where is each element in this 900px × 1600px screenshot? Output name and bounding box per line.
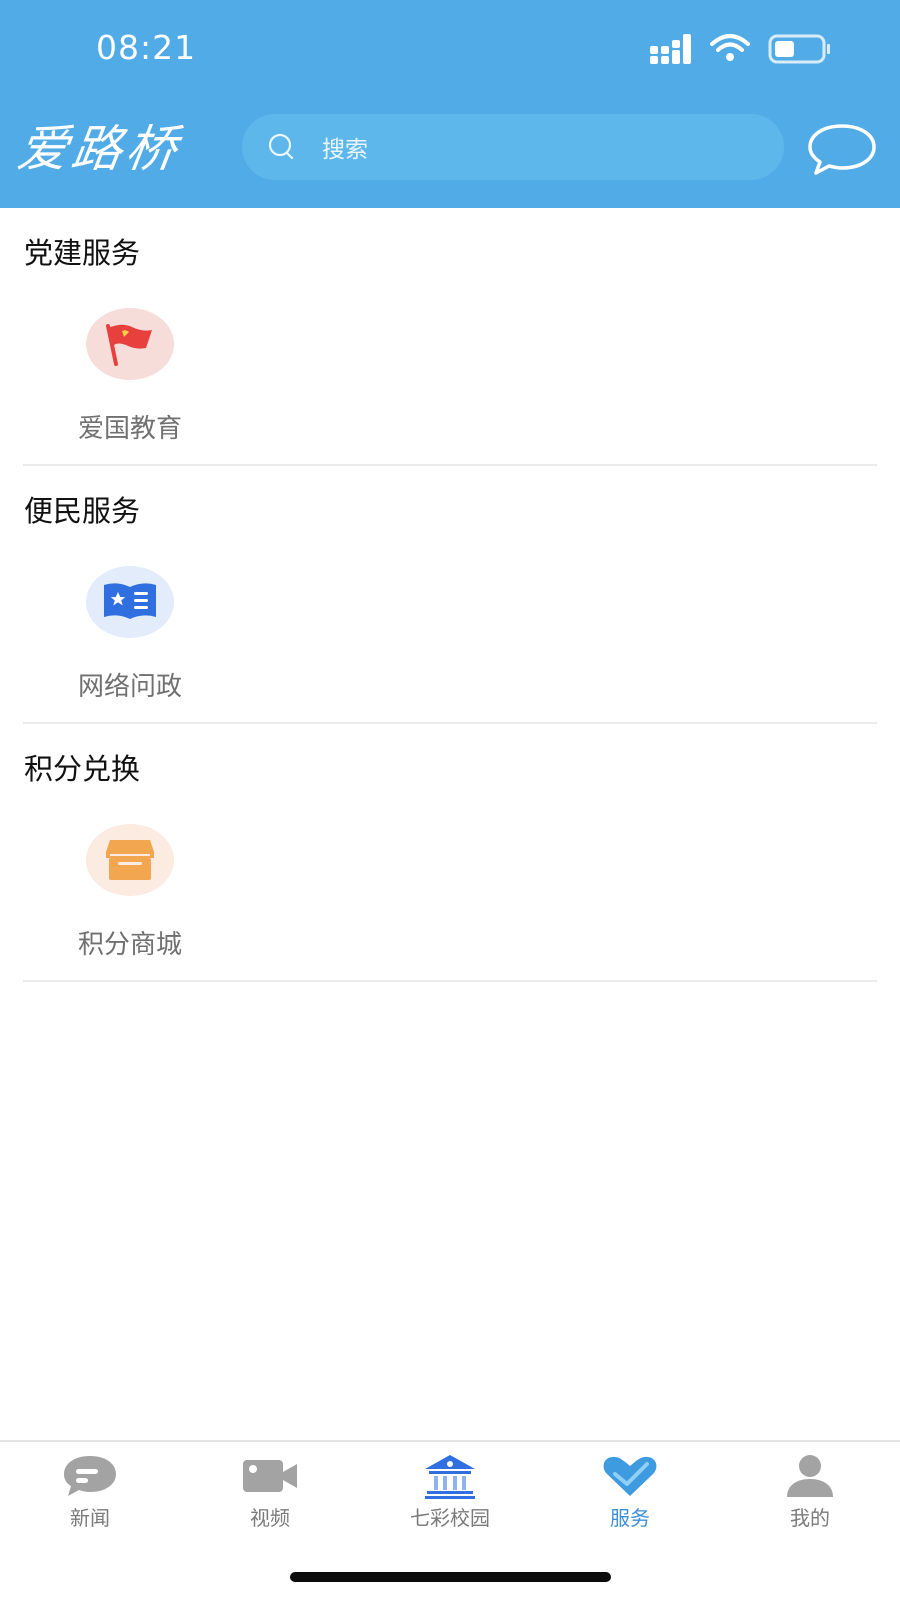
tab-news[interactable]: 新闻 — [20, 1452, 160, 1531]
political-book-icon — [86, 566, 174, 638]
section-title: 积分兑换 — [24, 752, 141, 786]
tab-label: 新闻 — [70, 1506, 110, 1530]
tab-campus[interactable]: 七彩校园 — [380, 1452, 520, 1531]
search-placeholder: 搜索 — [322, 137, 368, 163]
tab-label: 七彩校园 — [410, 1506, 490, 1530]
section-title: 党建服务 — [24, 236, 141, 270]
tile-label: 爱国教育 — [77, 414, 182, 444]
service-heart-icon — [600, 1452, 660, 1500]
store-icon — [86, 824, 174, 896]
tile-label: 网络问政 — [77, 672, 182, 702]
tab-label: 视频 — [250, 1506, 290, 1530]
app-logo: 爱路桥 — [13, 120, 185, 178]
tab-label: 服务 — [610, 1506, 650, 1530]
home-indicator[interactable] — [290, 1572, 611, 1582]
battery-icon — [768, 34, 830, 64]
news-bubble-icon — [60, 1452, 120, 1500]
campus-building-icon — [420, 1452, 480, 1500]
tab-service[interactable]: 服务 — [560, 1452, 700, 1531]
signal-icon — [650, 34, 691, 64]
section-points-exchange: 积分兑换 积分商城 — [0, 724, 900, 982]
status-time: 08:21 — [96, 28, 197, 67]
patriotic-education-tile[interactable]: 爱国教育 — [60, 308, 200, 445]
tab-label: 我的 — [790, 1506, 830, 1530]
section-title: 便民服务 — [24, 494, 141, 528]
video-camera-icon — [240, 1452, 300, 1500]
message-icon[interactable] — [806, 122, 878, 176]
search-icon — [268, 133, 294, 160]
points-mall-tile[interactable]: 积分商城 — [60, 824, 200, 961]
profile-icon — [780, 1452, 840, 1500]
online-inquiry-tile[interactable]: 网络问政 — [60, 566, 200, 703]
tile-label: 积分商城 — [77, 930, 182, 960]
status-icons — [650, 34, 830, 64]
red-flag-icon — [86, 308, 174, 380]
wifi-icon — [710, 34, 750, 52]
divider — [23, 980, 877, 982]
tab-video[interactable]: 视频 — [200, 1452, 340, 1531]
search-input[interactable]: 搜索 — [242, 114, 784, 180]
tab-mine[interactable]: 我的 — [740, 1452, 880, 1531]
header-bar: 08:21 爱路桥 搜索 — [0, 0, 900, 208]
section-public-service: 便民服务 网络问政 — [0, 466, 900, 724]
section-party-service: 党建服务 爱国教育 — [0, 208, 900, 466]
